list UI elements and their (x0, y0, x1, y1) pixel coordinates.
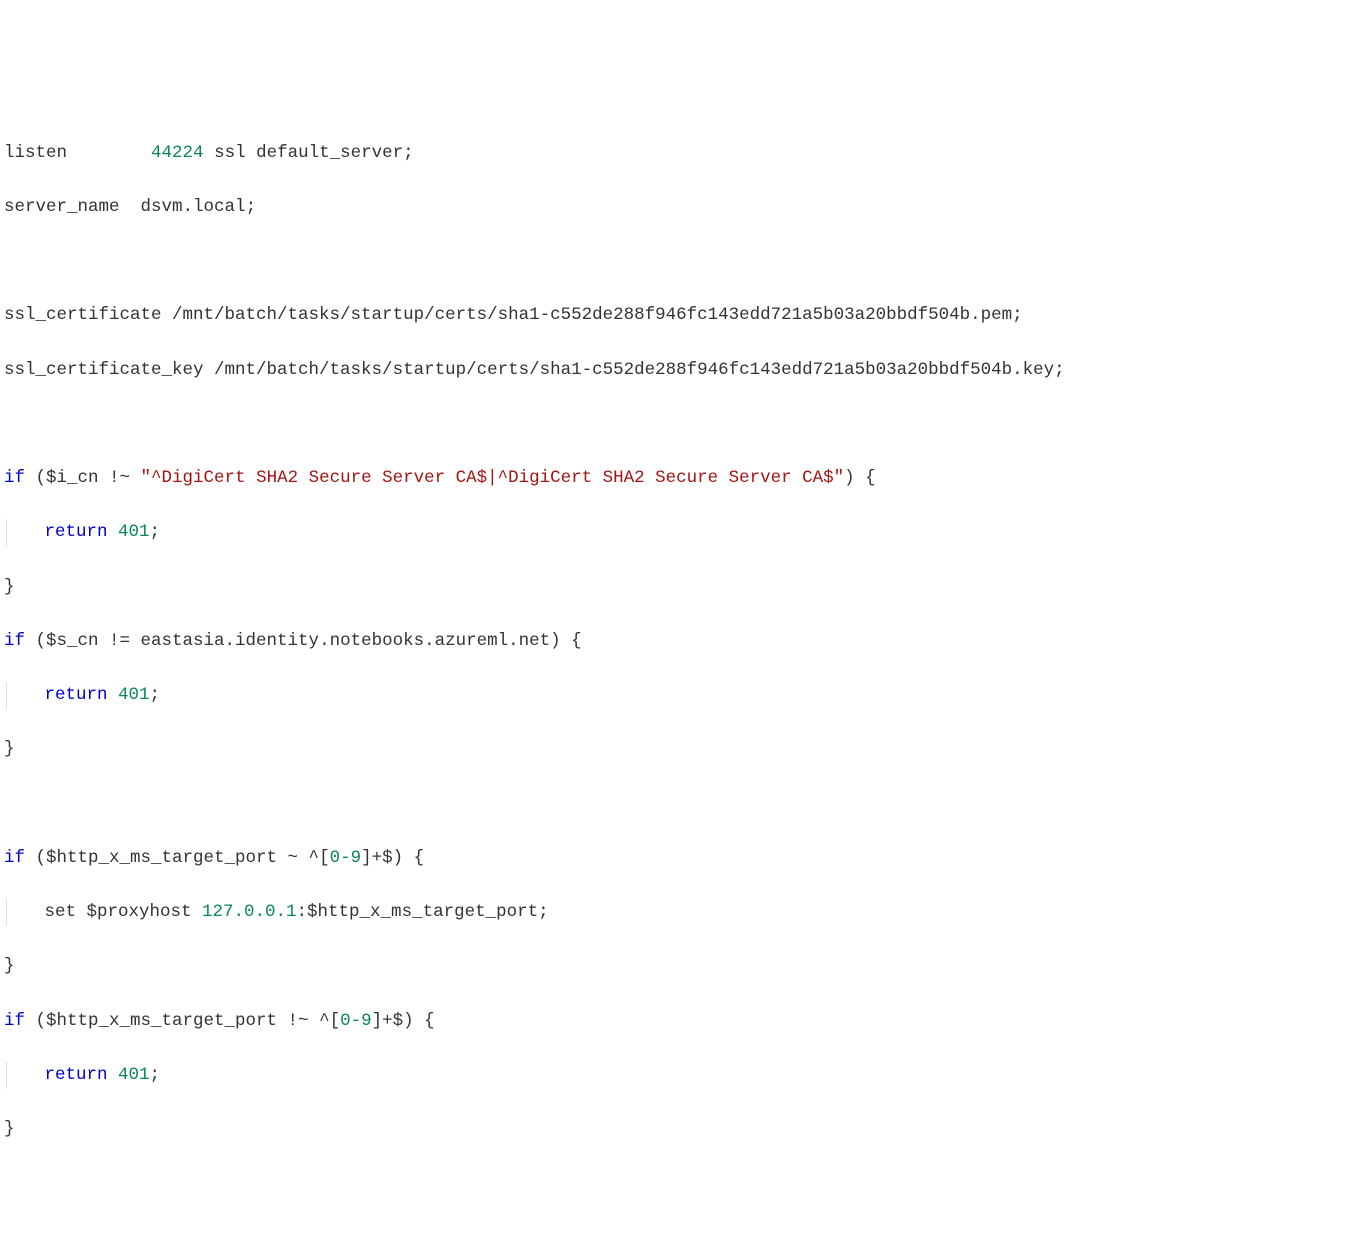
token: } (4, 577, 15, 597)
code-line: ssl_certificate /mnt/batch/tasks/startup… (4, 302, 1345, 329)
token: ; (150, 685, 161, 705)
code-line: return 401; (4, 1062, 1345, 1089)
token: if (4, 848, 25, 868)
code-line: } (4, 1116, 1345, 1143)
token: ($http_x_ms_target_port ~ ^[ (25, 848, 330, 868)
token: 401 (108, 1065, 150, 1085)
code-line: listen 44224 ssl default_server; (4, 140, 1345, 167)
code-line: if ($i_cn !~ "^DigiCert SHA2 Secure Serv… (4, 465, 1345, 492)
token: ]+$) { (361, 848, 424, 868)
token: ; (150, 522, 161, 542)
code-line (4, 248, 1345, 275)
code-line: } (4, 736, 1345, 763)
code-block: listen 44224 ssl default_server; server_… (4, 113, 1345, 1171)
token: return (45, 522, 108, 542)
token: } (4, 1119, 15, 1139)
token: 0-9 (330, 848, 362, 868)
token: default_server; (256, 143, 414, 163)
token: ssl_certificate_key /mnt/batch/tasks/sta… (4, 360, 1065, 380)
token: :$http_x_ms_target_port; (297, 902, 549, 922)
token: ($http_x_ms_target_port !~ ^[ (25, 1011, 340, 1031)
code-line: if ($s_cn != eastasia.identity.notebooks… (4, 628, 1345, 655)
token: ($i_cn !~ (25, 468, 141, 488)
token: 127.0.0.1 (202, 902, 297, 922)
token: } (4, 739, 15, 759)
token: return (45, 1065, 108, 1085)
code-line: if ($http_x_ms_target_port !~ ^[0-9]+$) … (4, 1008, 1345, 1035)
code-line: ssl_certificate_key /mnt/batch/tasks/sta… (4, 357, 1345, 384)
token: set $proxyhost (45, 902, 203, 922)
token: 0-9 (340, 1011, 372, 1031)
code-line: set $proxyhost 127.0.0.1:$http_x_ms_targ… (4, 899, 1345, 926)
token: ; (150, 1065, 161, 1085)
token: "^DigiCert SHA2 Secure Server CA$|^DigiC… (141, 468, 845, 488)
token: } (4, 956, 15, 976)
token: return (45, 685, 108, 705)
code-line: } (4, 574, 1345, 601)
code-line: if ($http_x_ms_target_port ~ ^[0-9]+$) { (4, 845, 1345, 872)
token: ]+$) { (372, 1011, 435, 1031)
code-line: return 401; (4, 682, 1345, 709)
code-line: server_name dsvm.local; (4, 194, 1345, 221)
code-line (4, 791, 1345, 818)
token: 401 (108, 685, 150, 705)
token: ($s_cn != eastasia.identity.notebooks.az… (25, 631, 582, 651)
token: if (4, 631, 25, 651)
code-line (4, 411, 1345, 438)
token: 44224 (151, 143, 204, 163)
token: 401 (108, 522, 150, 542)
token: dsvm.local; (141, 197, 257, 217)
token: listen (4, 143, 67, 163)
token: if (4, 1011, 25, 1031)
token: server_name (4, 197, 120, 217)
code-line: return 401; (4, 519, 1345, 546)
token: ssl (214, 143, 246, 163)
token: if (4, 468, 25, 488)
token: ssl_certificate /mnt/batch/tasks/startup… (4, 305, 1023, 325)
code-line: } (4, 953, 1345, 980)
token: ) { (844, 468, 876, 488)
